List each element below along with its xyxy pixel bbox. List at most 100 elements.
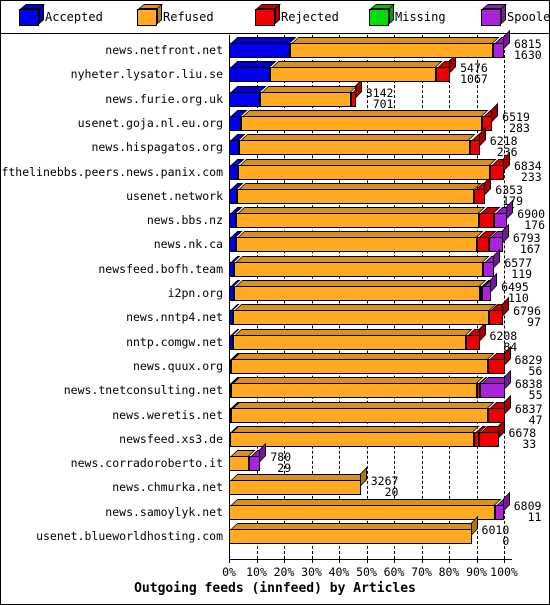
bar-value-secondary: 1630 — [514, 48, 542, 62]
legend-label: Accepted — [45, 10, 103, 24]
bar-segment-refused — [239, 134, 477, 156]
bar-value-secondary: 55 — [528, 388, 543, 403]
bar-segment-accepted — [229, 377, 240, 399]
bar-segment-rejected — [465, 321, 487, 350]
y-axis-label: newsfeed.xs3.de — [119, 431, 223, 446]
cube-icon — [369, 3, 395, 26]
y-axis-label: i2pn.org — [167, 286, 223, 300]
bar-value-label: 5476 1067 — [460, 63, 488, 87]
bar-value-secondary: 119 — [511, 266, 533, 281]
bar-value-label: 3267 20 — [371, 476, 399, 500]
bar-value-label: 6796 97 — [513, 306, 541, 330]
bar-segment-accepted — [229, 280, 241, 301]
bar-segment-refused — [235, 231, 484, 253]
bar-value-label: 6834 233 — [514, 160, 542, 183]
bar-segment-accepted — [229, 401, 240, 423]
y-axis-label: news.nntp4.net — [126, 310, 223, 325]
bar-segment-refused — [232, 328, 473, 350]
bar-segment-accepted — [229, 109, 248, 131]
bar-segment-refused — [290, 37, 500, 58]
bar-value-secondary: 167 — [519, 242, 541, 257]
y-axis-label: news.chmurka.net — [112, 480, 223, 495]
legend-label: Refused — [163, 10, 214, 24]
bar-value-label: 3142 701 — [366, 87, 394, 111]
bar-segment-spooled — [493, 29, 511, 58]
y-axis-label: news.corradoroberto.it — [70, 456, 223, 471]
y-axis-label: news.samoylyk.net — [105, 504, 223, 519]
bar-value-secondary: 33 — [522, 436, 537, 451]
cube-icon — [19, 3, 45, 26]
legend-label: Spooled — [507, 10, 550, 24]
x-tick-label: 100% — [490, 565, 518, 580]
bar-segment-accepted — [229, 61, 277, 83]
bar-value-secondary: 20 — [384, 485, 399, 500]
y-axis-label: news.tnetconsulting.net — [63, 383, 223, 398]
bar-segment-spooled — [483, 248, 501, 277]
y-axis-label: news.hispagatos.org — [91, 140, 223, 155]
bar-segment-rejected — [478, 207, 501, 229]
bar-segment-refused — [231, 352, 495, 374]
bar-segment-rejected — [488, 345, 512, 374]
bar-segment-refused — [269, 61, 443, 83]
bar-segment-refused — [230, 401, 495, 423]
bar-segment-refused — [238, 158, 497, 180]
cube-icon — [137, 3, 163, 26]
bar-value-secondary: 0 — [502, 534, 510, 548]
chart-plot-area: news.netfront.net 6815 1630 nyheter.lysator… — [0, 29, 549, 604]
legend-item-spooled: Spooled — [481, 1, 550, 33]
bar-segment-refused — [260, 85, 358, 107]
bar-value-secondary: 84 — [490, 341, 517, 353]
bar-value-secondary: 1067 — [460, 72, 488, 87]
y-axis-label: news.netfront.net — [105, 43, 223, 57]
cube-icon — [481, 3, 507, 26]
bar-segment-accepted — [229, 328, 240, 350]
bar-segment-refused — [236, 207, 486, 229]
bar-value-secondary: 97 — [527, 315, 541, 330]
legend-item-accepted: Accepted — [19, 1, 103, 33]
bar-value-label: 6010 0 — [482, 524, 510, 548]
bar-segment-rejected — [476, 231, 496, 253]
bar-segment-accepted — [229, 158, 245, 180]
bar-segment-accepted — [229, 134, 246, 156]
bar-value-label: 620884 — [490, 330, 518, 353]
bar-segment-rejected — [473, 425, 486, 447]
bar-value-label: 6678 33 — [509, 427, 537, 451]
y-axis-label: usenet.blueworldhosting.com — [36, 529, 223, 543]
bar-segment-accepted — [229, 207, 243, 229]
cube-icon — [255, 3, 281, 26]
bar-value-secondary: 701 — [372, 96, 394, 111]
bar-segment-refused — [236, 182, 481, 204]
bar-segment-spooled — [249, 442, 267, 472]
bar-value-label: 6809 11 — [514, 500, 542, 524]
bar-value-label: 6900 176 — [517, 208, 545, 231]
y-axis-label: news.furie.org.uk — [105, 91, 223, 106]
bar-segment-spooled — [489, 224, 510, 253]
bar-value-label: 6519 283 — [502, 111, 530, 134]
legend-item-refused: Refused — [137, 1, 214, 33]
bar-segment-refused — [229, 450, 256, 472]
y-axis-label: nyheter.lysator.liu.se — [70, 67, 223, 82]
bar-segment-rejected — [350, 78, 363, 107]
bar-segment-accepted — [229, 231, 243, 253]
bar-value-label: 6837 47 — [515, 403, 543, 426]
bar-segment-refused — [229, 467, 368, 496]
bar-segment-spooled — [481, 272, 498, 301]
y-axis-label: usenet.goja.nl.eu.org — [77, 115, 223, 130]
bar-value-label: 6829 56 — [515, 354, 543, 377]
bar-segment-rejected — [474, 175, 492, 204]
bar-value-secondary: 11 — [527, 509, 542, 524]
bar-value-secondary: 29 — [277, 461, 292, 476]
bar-value-label: 6838 55 — [515, 378, 543, 403]
bar-segment-refused — [233, 255, 490, 277]
legend-label: Rejected — [281, 10, 339, 24]
bar-value-label: 6815 1630 — [514, 38, 542, 62]
bar-value-label: 780 29 — [270, 451, 292, 476]
bar-value-label: 6218 236 — [490, 135, 518, 158]
bar-segment-spooled — [495, 491, 511, 520]
bar-segment-refused — [232, 304, 496, 326]
y-axis-label: endofthelinebbs.peers.news.panix.com — [0, 164, 223, 179]
y-axis-label: news.bbs.nz — [146, 213, 223, 228]
x-axis-line — [229, 559, 512, 561]
bar-segment-accepted — [229, 37, 297, 58]
legend-label: Missing — [395, 10, 446, 24]
